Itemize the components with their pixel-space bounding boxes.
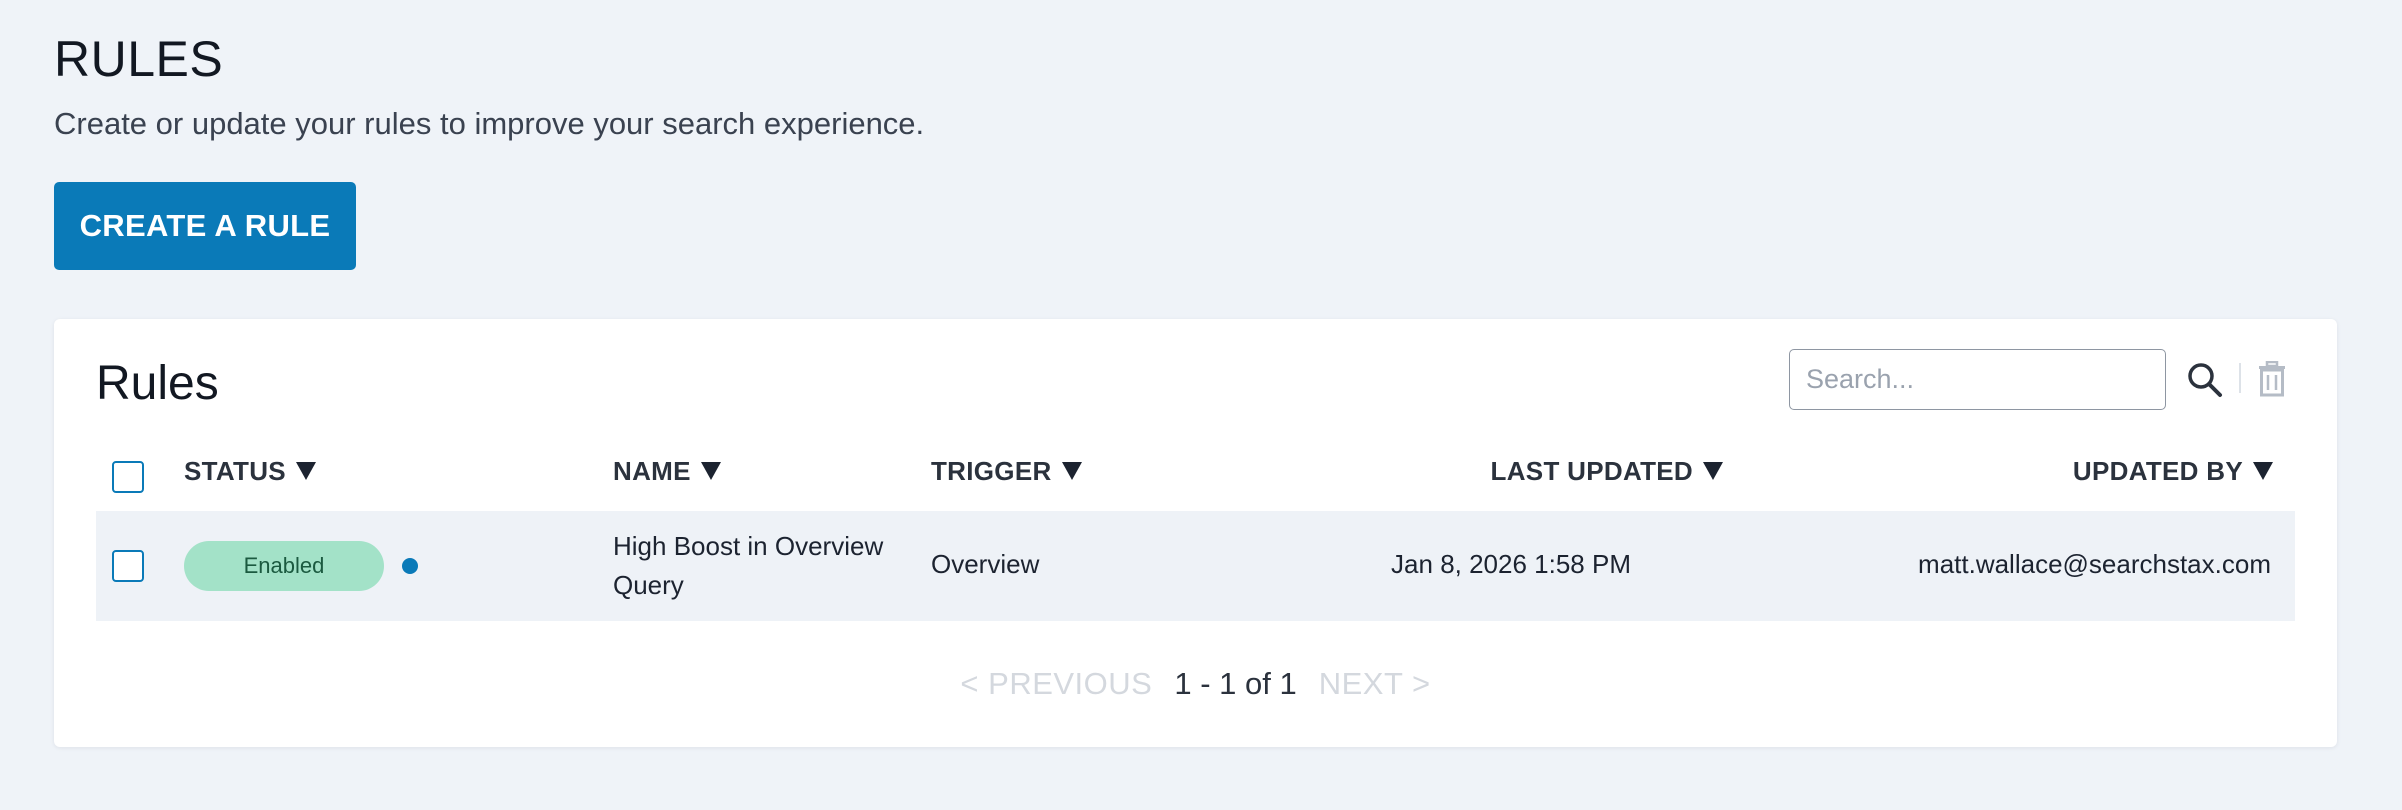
column-header-label: UPDATED BY (2072, 456, 2243, 486)
page-title: RULES (54, 31, 224, 87)
sort-down-icon (2253, 462, 2273, 480)
rule-updated-by: matt.wallace@searchstax.com (1918, 549, 2271, 579)
pagination: < PREVIOUS 1 - 1 of 1 NEXT > (54, 659, 2337, 709)
search-icon (2188, 362, 2222, 397)
rule-trigger: Overview (931, 549, 1040, 579)
column-header-updated-by[interactable]: UPDATED BY (2073, 456, 2273, 487)
column-header-label: STATUS (184, 456, 286, 486)
column-header-status[interactable]: STATUS (184, 456, 316, 487)
column-header-trigger[interactable]: TRIGGER (931, 456, 1082, 487)
previous-page-button[interactable]: < PREVIOUS (960, 666, 1152, 702)
row-checkbox[interactable] (112, 550, 144, 582)
delete-button[interactable] (2252, 358, 2292, 402)
column-header-label: TRIGGER (931, 456, 1052, 486)
status-badge: Enabled (184, 541, 384, 591)
sort-down-icon (295, 462, 316, 480)
table-header: STATUS NAME TRIGGER LAST UPDATED UPDATED… (96, 444, 2295, 500)
sort-down-icon (700, 462, 721, 480)
rules-page: RULES Create or update your rules to imp… (0, 0, 2402, 810)
card-title: Rules (96, 357, 219, 410)
rule-name[interactable]: High Boost in Overview Query (613, 527, 903, 605)
page-subtitle: Create or update your rules to improve y… (54, 106, 925, 141)
column-header-name[interactable]: NAME (613, 456, 721, 487)
column-header-label: NAME (613, 456, 691, 486)
create-rule-button[interactable]: CREATE A RULE (54, 182, 356, 270)
column-header-last-updated[interactable]: LAST UPDATED (1491, 456, 1723, 487)
next-page-button[interactable]: NEXT > (1319, 666, 1431, 702)
table-row[interactable]: Enabled High Boost in Overview Query Ove… (96, 511, 2295, 621)
sort-down-icon (1703, 462, 1723, 480)
pagination-status: 1 - 1 of 1 (1174, 666, 1297, 701)
column-header-label: LAST UPDATED (1490, 456, 1693, 486)
trash-icon (2259, 360, 2285, 396)
rules-card: Rules STATUS NAME (54, 319, 2337, 747)
rule-last-updated: Jan 8, 2026 1:58 PM (1391, 549, 1631, 579)
search-button[interactable] (2182, 359, 2228, 403)
search-input[interactable] (1789, 349, 2166, 410)
status-indicator-dot (402, 558, 418, 574)
toolbar-divider (2239, 363, 2241, 393)
sort-down-icon (1061, 462, 1082, 480)
select-all-checkbox[interactable] (112, 461, 144, 493)
